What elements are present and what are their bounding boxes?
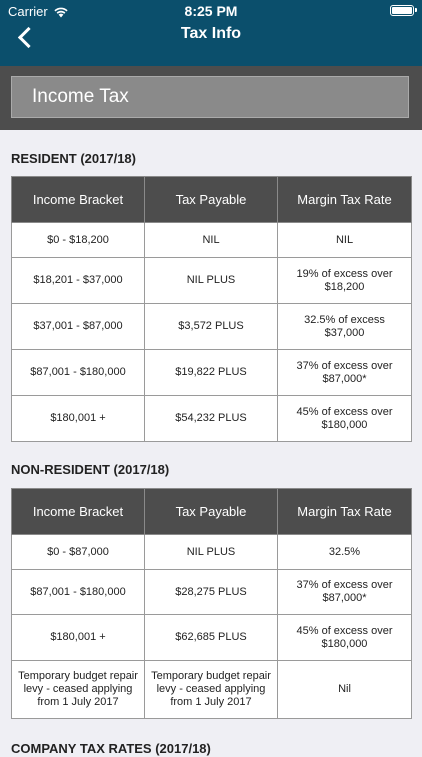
table-row: $18,201 - $37,000 NIL PLUS 19% of excess… — [11, 257, 412, 304]
table-cell: $54,232 PLUS — [144, 395, 278, 442]
section-title-company-tax: COMPANY TAX RATES (2017/18) — [11, 741, 211, 756]
column-header: Income Bracket — [11, 176, 145, 223]
table-cell: $0 - $18,200 — [11, 222, 145, 258]
table-cell: $0 - $87,000 — [11, 534, 145, 570]
column-header: Income Bracket — [11, 488, 145, 535]
table-cell: $87,001 - $180,000 — [11, 569, 145, 615]
status-time: 8:25 PM — [184, 3, 238, 19]
resident-tax-table: Income Bracket Tax Payable Margin Tax Ra… — [11, 176, 412, 442]
tax-type-selector[interactable]: Income Tax — [11, 76, 409, 118]
table-row: Temporary budget repair levy - ceased ap… — [11, 660, 412, 719]
table-cell: NIL — [144, 222, 278, 258]
table-cell: 37% of excess over $87,000* — [277, 569, 412, 615]
table-row: $87,001 - $180,000 $19,822 PLUS 37% of e… — [11, 349, 412, 396]
status-bar: Carrier 8:25 PM — [0, 0, 422, 22]
table-cell: $62,685 PLUS — [144, 614, 278, 661]
table-cell: $3,572 PLUS — [144, 303, 278, 350]
table-cell: 37% of excess over $87,000* — [277, 349, 412, 396]
page-title: Tax Info — [180, 25, 242, 42]
column-header: Margin Tax Rate — [277, 488, 412, 535]
table-row: $0 - $18,200 NIL NIL — [11, 222, 412, 258]
table-cell: $19,822 PLUS — [144, 349, 278, 396]
table-row: $87,001 - $180,000 $28,275 PLUS 37% of e… — [11, 569, 412, 615]
table-cell: $87,001 - $180,000 — [11, 349, 145, 396]
section-title-non-resident: NON-RESIDENT (2017/18) — [11, 462, 170, 477]
table-cell: 32.5% — [277, 534, 412, 570]
table-row: $0 - $87,000 NIL PLUS 32.5% — [11, 534, 412, 570]
column-header: Tax Payable — [144, 488, 278, 535]
table-cell: 45% of excess over $180,000 — [277, 614, 412, 661]
table-row: $180,001 + $62,685 PLUS 45% of excess ov… — [11, 614, 412, 661]
table-cell: $37,001 - $87,000 — [11, 303, 145, 350]
navigation-bar: Carrier 8:25 PM Tax Info — [0, 0, 422, 66]
table-cell: $180,001 + — [11, 395, 145, 442]
column-header: Margin Tax Rate — [277, 176, 412, 223]
table-cell: $180,001 + — [11, 614, 145, 661]
tax-content: RESIDENT (2017/18) Income Bracket Tax Pa… — [0, 130, 422, 757]
table-cell: NIL PLUS — [144, 257, 278, 304]
table-header-row: Income Bracket Tax Payable Margin Tax Ra… — [11, 176, 412, 223]
table-cell: $18,201 - $37,000 — [11, 257, 145, 304]
table-header-row: Income Bracket Tax Payable Margin Tax Ra… — [11, 488, 412, 535]
table-cell: 19% of excess over $18,200 — [277, 257, 412, 304]
table-cell: Temporary budget repair levy - ceased ap… — [11, 660, 145, 719]
table-cell: 32.5% of excess $37,000 — [277, 303, 412, 350]
section-title-resident: RESIDENT (2017/18) — [11, 151, 136, 166]
table-cell: 45% of excess over $180,000 — [277, 395, 412, 442]
column-header: Tax Payable — [144, 176, 278, 223]
table-cell: NIL — [277, 222, 412, 258]
table-cell: $28,275 PLUS — [144, 569, 278, 615]
table-cell: Nil — [277, 660, 412, 719]
table-row: $180,001 + $54,232 PLUS 45% of excess ov… — [11, 395, 412, 442]
tax-type-selector-band: Income Tax — [0, 66, 422, 130]
battery-icon — [390, 5, 417, 16]
non-resident-tax-table: Income Bracket Tax Payable Margin Tax Ra… — [11, 488, 412, 719]
table-cell: NIL PLUS — [144, 534, 278, 570]
table-cell: Temporary budget repair levy - ceased ap… — [144, 660, 278, 719]
table-row: $37,001 - $87,000 $3,572 PLUS 32.5% of e… — [11, 303, 412, 350]
